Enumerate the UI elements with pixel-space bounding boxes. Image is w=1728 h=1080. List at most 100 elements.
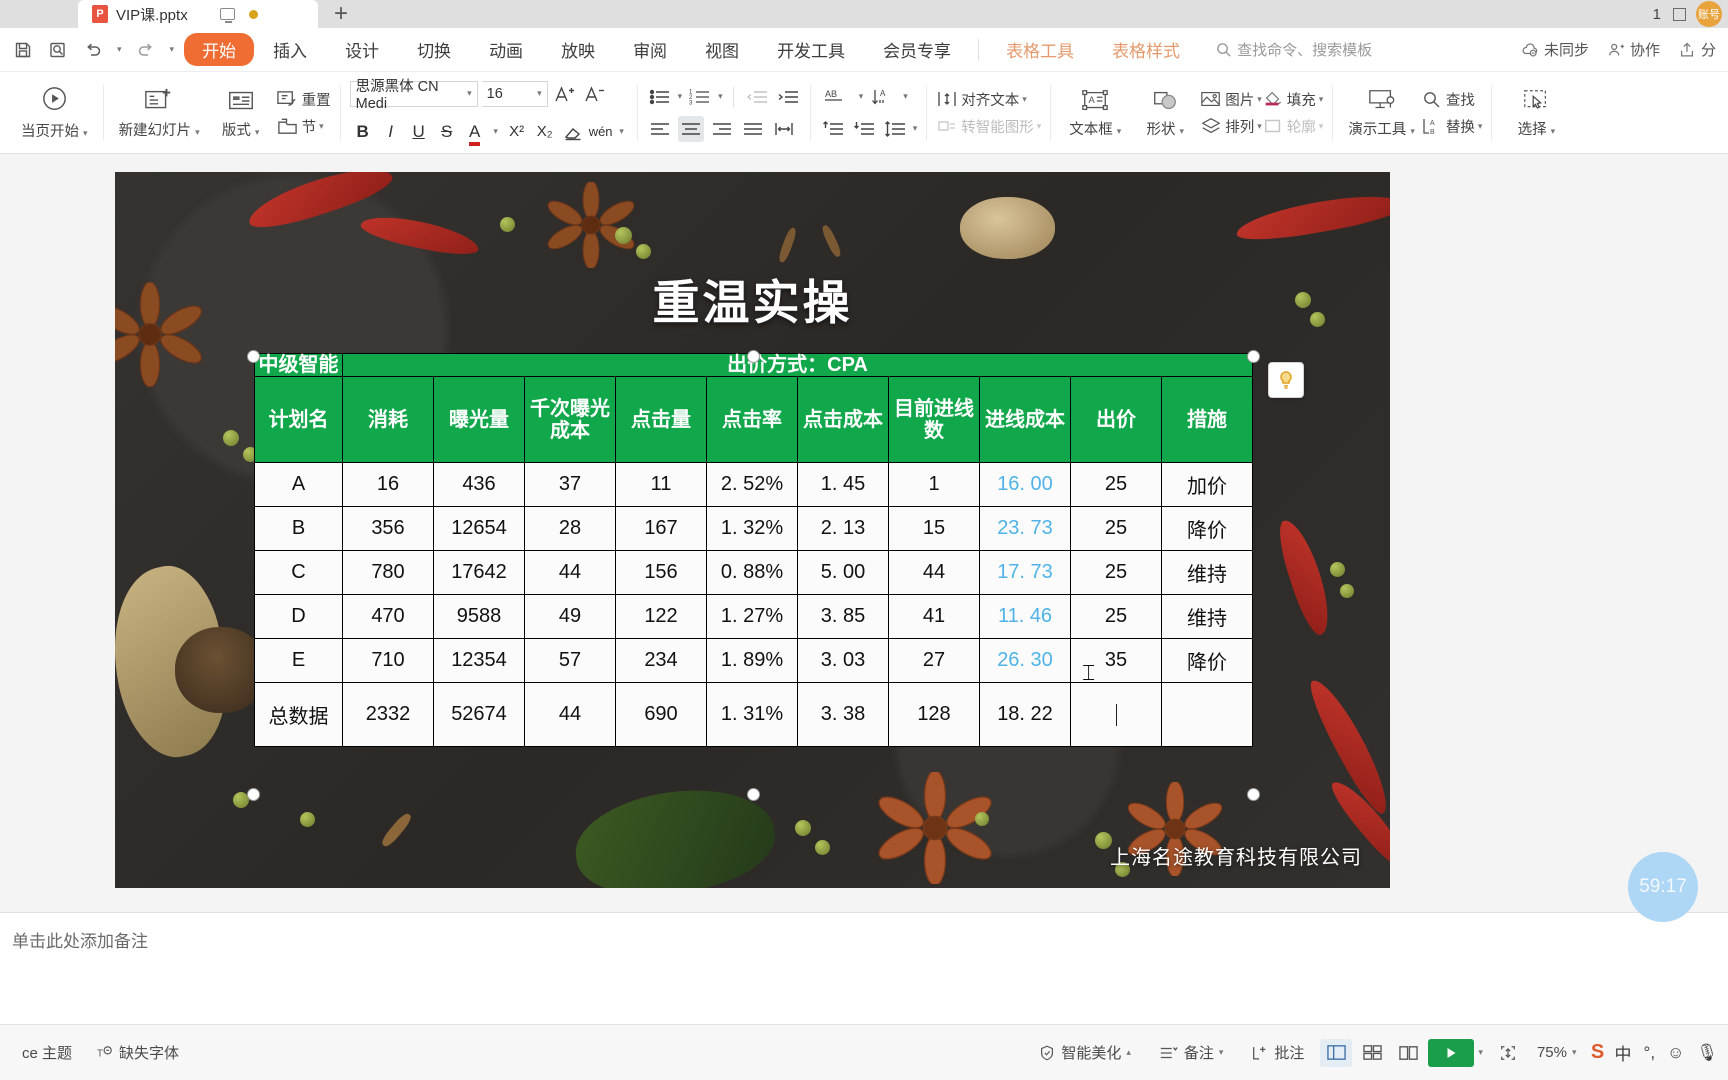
- tab-review[interactable]: 审阅: [614, 33, 686, 66]
- cell-bid[interactable]: 25: [1070, 506, 1162, 552]
- decrease-paragraph-spacing-button[interactable]: [851, 116, 877, 142]
- decrease-indent-button[interactable]: [744, 84, 770, 110]
- italic-button[interactable]: I: [378, 119, 404, 145]
- zoom-caret[interactable]: ▾: [1572, 1047, 1577, 1058]
- cell-plan[interactable]: B: [254, 506, 343, 552]
- total-cell-ctr[interactable]: 1. 31%: [706, 682, 798, 748]
- missing-font-status[interactable]: T 缺失字体: [84, 1042, 191, 1063]
- cell-leads[interactable]: 27: [888, 638, 980, 684]
- table-row[interactable]: A 16 436 37 11 2. 52% 1. 45 1 16. 00 25 …: [254, 462, 1253, 508]
- superscript-button[interactable]: X²: [504, 119, 530, 145]
- resize-handle-top-left[interactable]: [247, 350, 260, 363]
- search-commands[interactable]: 查找命令、搜索模板: [1215, 39, 1372, 60]
- align-text-button[interactable]: 对齐文本 ▾: [936, 89, 1041, 110]
- total-cell-label[interactable]: 总数据: [254, 682, 343, 748]
- font-color-caret[interactable]: ▾: [490, 119, 502, 145]
- cell-lead-cost[interactable]: 26. 30: [979, 638, 1071, 684]
- fit-slide-button[interactable]: [1487, 1044, 1529, 1062]
- cell-ctr[interactable]: 2. 52%: [706, 462, 798, 508]
- cell-cpc[interactable]: 3. 03: [797, 638, 889, 684]
- redo-icon[interactable]: [135, 39, 157, 61]
- sort-button[interactable]: A: [868, 84, 898, 110]
- cell-impressions[interactable]: 436: [433, 462, 525, 508]
- save-icon[interactable]: [12, 39, 34, 61]
- cell-clicks[interactable]: 234: [615, 638, 707, 684]
- convert-smartart-button[interactable]: 转智能图形 ▾: [936, 116, 1041, 137]
- table-corner-label[interactable]: 中级智能: [254, 352, 343, 378]
- cell-plan[interactable]: D: [254, 594, 343, 640]
- numbered-list-button[interactable]: 1 2 3: [687, 84, 713, 110]
- cell-cpm[interactable]: 28: [524, 506, 616, 552]
- align-right-button[interactable]: [709, 116, 735, 142]
- cell-cpm[interactable]: 37: [524, 462, 616, 508]
- cell-ctr[interactable]: 1. 32%: [706, 506, 798, 552]
- col-header-cpc[interactable]: 点击成本: [797, 376, 889, 464]
- underline-button[interactable]: U: [406, 119, 432, 145]
- view-reading-button[interactable]: [1392, 1039, 1424, 1067]
- tab-insert[interactable]: 插入: [254, 33, 326, 66]
- align-left-button[interactable]: [647, 116, 673, 142]
- ime-emoji-icon[interactable]: ☺: [1667, 1043, 1684, 1063]
- col-header-action[interactable]: 措施: [1161, 376, 1253, 464]
- cell-clicks[interactable]: 167: [615, 506, 707, 552]
- document-tab[interactable]: P VIP课.pptx: [78, 0, 318, 28]
- cell-clicks[interactable]: 11: [615, 462, 707, 508]
- tab-developer[interactable]: 开发工具: [758, 33, 864, 66]
- tab-slideshow[interactable]: 放映: [542, 33, 614, 66]
- distribute-button[interactable]: [771, 116, 797, 142]
- cell-clicks[interactable]: 122: [615, 594, 707, 640]
- print-preview-icon[interactable]: [47, 39, 69, 61]
- cell-lead-cost[interactable]: 23. 73: [979, 506, 1071, 552]
- cell-impressions[interactable]: 9588: [433, 594, 525, 640]
- customize-toolbar-caret[interactable]: ▾: [170, 44, 175, 55]
- pinyin-button[interactable]: wén: [588, 119, 614, 145]
- total-cell-cpm[interactable]: 44: [524, 682, 616, 748]
- new-slide-button[interactable]: 新建幻灯片 ▾: [113, 86, 206, 140]
- smart-beautify-button[interactable]: 智能美化 ▴: [1026, 1042, 1143, 1063]
- comments-button[interactable]: 批注: [1239, 1042, 1316, 1063]
- table-row[interactable]: E 710 12354 57 234 1. 89% 3. 03 27 26. 3…: [254, 638, 1253, 684]
- strikethrough-button[interactable]: S: [434, 119, 460, 145]
- new-tab-button[interactable]: +: [318, 0, 364, 28]
- font-color-button[interactable]: A: [462, 119, 488, 146]
- cell-cpc[interactable]: 2. 13: [797, 506, 889, 552]
- slide-canvas[interactable]: 重温实操 中级智能 出价方式：CPA 计划名 消耗 曝光量 千次曝光成本 点击量…: [115, 172, 1390, 888]
- cell-leads[interactable]: 41: [888, 594, 980, 640]
- tab-start[interactable]: 开始: [184, 33, 255, 66]
- shape-button[interactable]: 形状 ▾: [1130, 87, 1200, 139]
- resize-handle-top-right[interactable]: [1247, 350, 1260, 363]
- zoom-level[interactable]: 75% ▾: [1533, 1044, 1581, 1061]
- subscript-button[interactable]: X₂: [532, 119, 558, 145]
- col-header-plan[interactable]: 计划名: [254, 376, 343, 464]
- tab-transition[interactable]: 切换: [398, 33, 470, 66]
- cell-cpc[interactable]: 1. 45: [797, 462, 889, 508]
- cell-action[interactable]: 维持: [1161, 594, 1253, 640]
- tab-member[interactable]: 会员专享: [864, 33, 970, 66]
- line-spacing-button[interactable]: [882, 116, 908, 142]
- outline-button[interactable]: 轮廓 ▾: [1262, 116, 1323, 137]
- resize-handle-bottom-center[interactable]: [747, 788, 760, 801]
- col-header-spend[interactable]: 消耗: [342, 376, 434, 464]
- tab-design[interactable]: 设计: [326, 33, 398, 66]
- table-total-row[interactable]: 总数据 2332 52674 44 690 1. 31% 3. 38 128 1…: [254, 682, 1253, 748]
- bullet-list-button[interactable]: [647, 84, 673, 110]
- col-header-impressions[interactable]: 曝光量: [433, 376, 525, 464]
- arrange-button[interactable]: 排列 ▾: [1200, 116, 1262, 137]
- notes-pane[interactable]: 单击此处添加备注: [0, 912, 1728, 1024]
- tab-animation[interactable]: 动画: [470, 33, 542, 66]
- justify-button[interactable]: [740, 116, 766, 142]
- quick-action-lightbulb-button[interactable]: [1268, 362, 1304, 398]
- line-spacing-caret[interactable]: ▾: [913, 123, 918, 134]
- col-header-ctr[interactable]: 点击率: [706, 376, 798, 464]
- cell-bid[interactable]: 25: [1070, 462, 1162, 508]
- total-cell-cpc[interactable]: 3. 38: [797, 682, 889, 748]
- ime-mic-icon[interactable]: 🎙: [1696, 1043, 1718, 1063]
- beautify-caret[interactable]: ▴: [1126, 1047, 1131, 1058]
- cell-spend[interactable]: 710: [342, 638, 434, 684]
- notes-caret[interactable]: ▾: [1219, 1047, 1224, 1058]
- numbered-list-caret[interactable]: ▾: [718, 91, 723, 102]
- col-header-bid[interactable]: 出价: [1070, 376, 1162, 464]
- slide-table[interactable]: 中级智能 出价方式：CPA 计划名 消耗 曝光量 千次曝光成本 点击量 点击率 …: [254, 352, 1253, 748]
- slideshow-caret[interactable]: ▾: [1478, 1047, 1483, 1058]
- cell-impressions[interactable]: 12354: [433, 638, 525, 684]
